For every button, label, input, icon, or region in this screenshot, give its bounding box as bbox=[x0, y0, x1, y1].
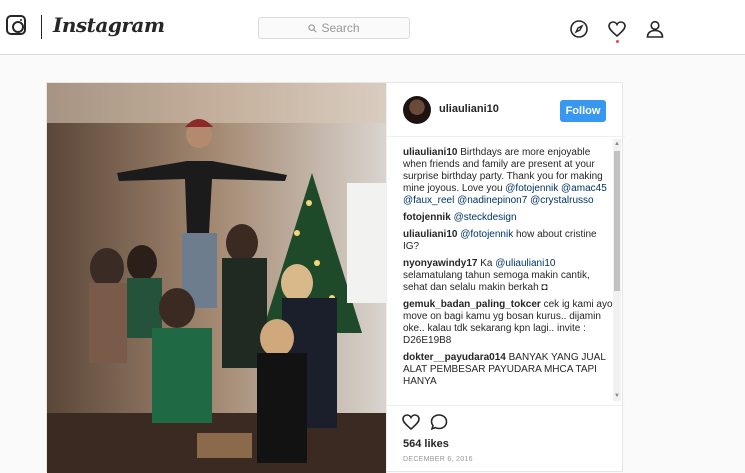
search-placeholder: Search bbox=[321, 21, 360, 35]
mention-link[interactable]: @amac45 bbox=[561, 183, 607, 194]
instagram-logo-icon[interactable] bbox=[6, 15, 26, 35]
comment-list: uliauliani10 Birthdays are more enjoyabl… bbox=[403, 147, 615, 401]
comment-username[interactable]: dokter__payudara014 bbox=[403, 352, 506, 363]
scrollbar-thumb[interactable] bbox=[614, 151, 620, 291]
logo-divider bbox=[41, 15, 42, 39]
post-actions: 564 likes DECEMBER 6, 2016 bbox=[387, 405, 625, 473]
mention-link[interactable]: @uliauliani10 bbox=[495, 258, 555, 269]
follow-button[interactable]: Follow bbox=[560, 100, 606, 122]
comment-text: Ka bbox=[477, 258, 496, 269]
notification-dot bbox=[616, 40, 619, 43]
avatar[interactable] bbox=[403, 96, 431, 124]
comment-icon[interactable] bbox=[429, 412, 449, 432]
scroll-up-arrow-icon[interactable]: ▲ bbox=[614, 141, 620, 147]
post-header: uliauliani10 Follow bbox=[387, 83, 625, 137]
mention-link[interactable]: @fotojennik bbox=[505, 183, 558, 194]
party-photo-image bbox=[47, 83, 386, 473]
likes-count[interactable]: 564 likes bbox=[403, 438, 449, 450]
compass-icon[interactable] bbox=[569, 19, 589, 39]
comment-username[interactable]: fotojennik bbox=[403, 212, 451, 223]
mention-link[interactable]: @steckdesign bbox=[454, 212, 517, 223]
comment-item: gemuk_badan_paling_tokcer cek ig kami ay… bbox=[403, 299, 615, 347]
comment-item: dokter__payudara014 BANYAK YANG JUAL ALA… bbox=[403, 352, 615, 388]
comment-username[interactable]: gemuk_badan_paling_tokcer bbox=[403, 299, 541, 310]
post-photo[interactable] bbox=[47, 83, 386, 473]
post-username[interactable]: uliauliani10 bbox=[439, 103, 499, 115]
mention-link[interactable]: @nadinepinon7 bbox=[457, 195, 527, 206]
search-input[interactable]: Search bbox=[258, 17, 410, 39]
post-date: DECEMBER 6, 2016 bbox=[403, 456, 473, 463]
comment-username[interactable]: uliauliani10 bbox=[403, 229, 457, 240]
comment-item: uliauliani10 Birthdays are more enjoyabl… bbox=[403, 147, 615, 207]
mention-link[interactable]: @fotojennik bbox=[460, 229, 513, 240]
comment-username[interactable]: nyonyawindy17 bbox=[403, 258, 477, 269]
post-sidebar: uliauliani10 Follow uliauliani10 Birthda… bbox=[386, 83, 625, 473]
search-icon bbox=[308, 23, 317, 33]
like-heart-icon[interactable] bbox=[401, 412, 421, 432]
comment-username[interactable]: uliauliani10 bbox=[403, 147, 457, 158]
post-card: uliauliani10 Follow uliauliani10 Birthda… bbox=[46, 82, 625, 473]
instagram-wordmark[interactable]: Instagram bbox=[53, 13, 165, 37]
comment-item: uliauliani10 @fotojennik how about crist… bbox=[403, 229, 615, 253]
comment-item: fotojennik @steckdesign bbox=[403, 212, 615, 224]
heart-icon[interactable] bbox=[607, 19, 627, 39]
mention-link[interactable]: @faux_reel bbox=[403, 195, 454, 206]
comments-scrollbar[interactable]: ▲ ▼ bbox=[613, 139, 621, 401]
mention-link[interactable]: @crystalrusso bbox=[530, 195, 594, 206]
scroll-down-arrow-icon[interactable]: ▼ bbox=[614, 393, 620, 399]
comment-text: selamatulang tahun semoga makin cantik, … bbox=[403, 270, 590, 293]
profile-icon[interactable] bbox=[645, 19, 665, 39]
comment-item: nyonyawindy17 Ka @uliauliani10 selamatul… bbox=[403, 258, 615, 294]
top-navigation-bar: Instagram Search bbox=[0, 0, 745, 55]
